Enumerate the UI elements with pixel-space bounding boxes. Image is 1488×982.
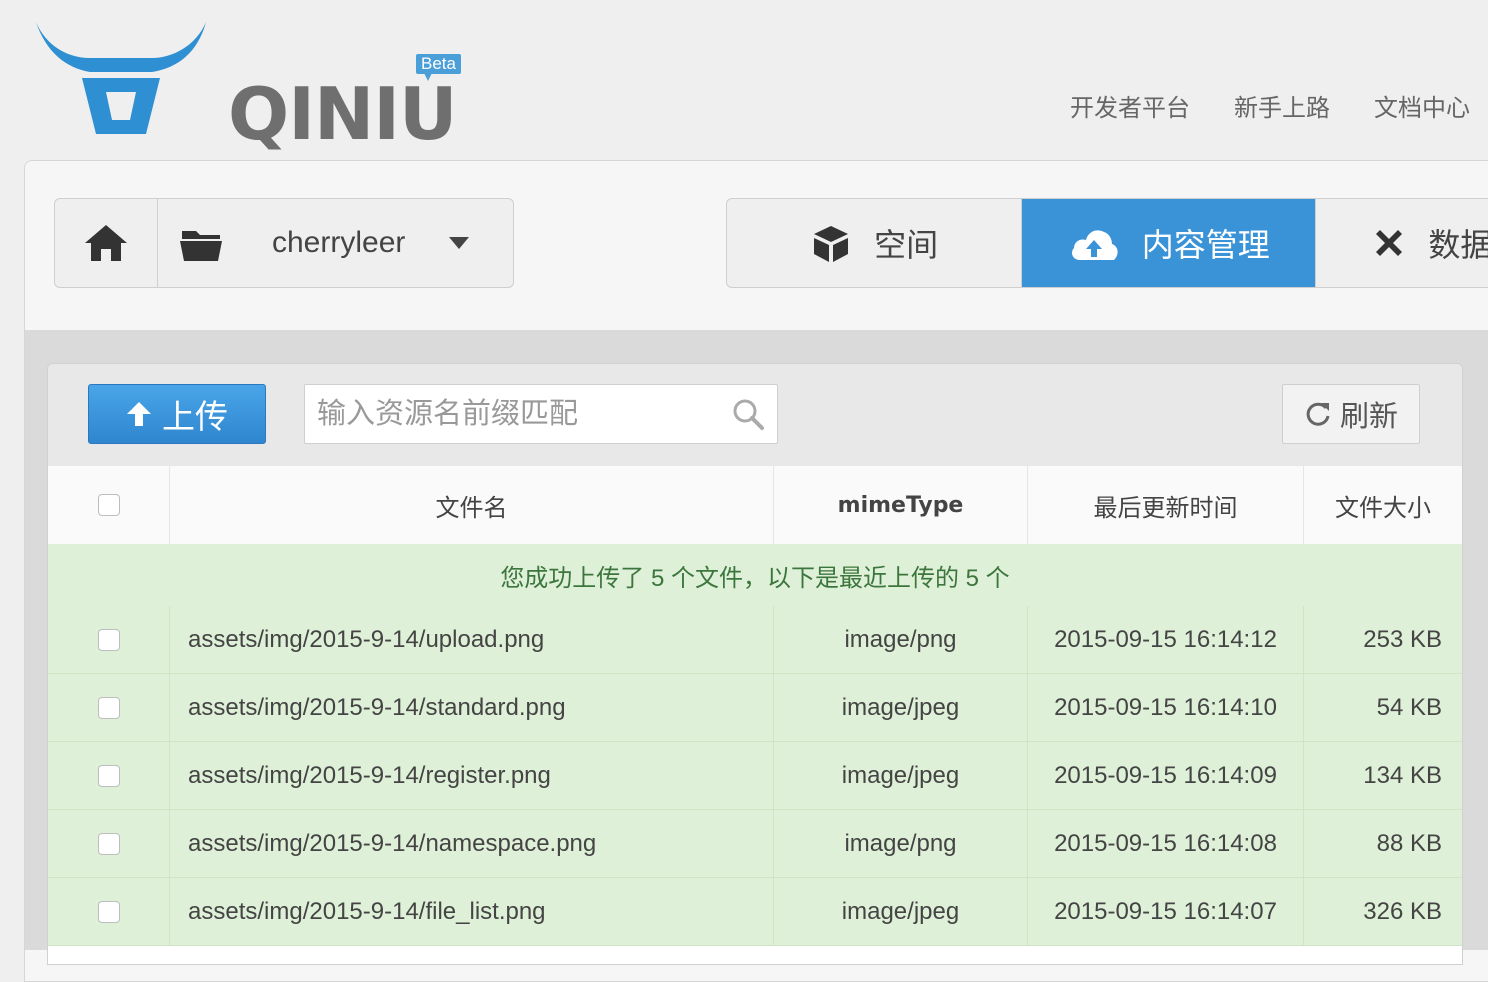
table-row[interactable]: assets/img/2015-9-14/namespace.png image…	[48, 810, 1462, 878]
file-mimetype: image/png	[774, 606, 1028, 673]
nav-docs-center[interactable]: 文档中心	[1374, 88, 1470, 123]
table-row[interactable]: assets/img/2015-9-14/file_list.png image…	[48, 878, 1462, 946]
file-mimetype: image/png	[774, 810, 1028, 877]
table-row[interactable]: assets/img/2015-9-14/register.png image/…	[48, 742, 1462, 810]
file-updated-time: 2015-09-15 16:14:12	[1028, 606, 1304, 673]
main-tabs: 空间 内容管理 数据	[726, 198, 1488, 288]
upload-success-notice: 您成功上传了 5 个文件，以下是最近上传的 5 个	[48, 544, 1462, 607]
refresh-label: 刷新	[1339, 401, 1398, 433]
bucket-dropdown[interactable]: cherryleer	[158, 199, 513, 287]
table-header: 文件名 mimeType 最后更新时间 文件大小	[48, 466, 1462, 545]
home-icon	[85, 225, 127, 261]
file-size: 326 KB	[1363, 897, 1442, 925]
select-all-checkbox[interactable]	[97, 494, 120, 516]
refresh-icon	[1306, 402, 1330, 426]
search-input[interactable]	[305, 385, 719, 443]
cloud-upload-icon	[1071, 230, 1118, 260]
row-select-cell	[48, 606, 170, 673]
qiniu-logo[interactable]: QINIU Beta	[32, 16, 461, 150]
row-select-cell	[48, 674, 170, 741]
beta-badge: Beta	[416, 54, 461, 81]
file-size: 88 KB	[1376, 829, 1442, 857]
search-box	[304, 384, 778, 444]
file-updated-time: 2015-09-15 16:14:10	[1028, 674, 1304, 741]
file-name[interactable]: assets/img/2015-9-14/upload.png	[170, 606, 774, 673]
chevron-down-icon	[449, 237, 470, 249]
table-row[interactable]: assets/img/2015-9-14/standard.png image/…	[48, 674, 1462, 742]
tab-data[interactable]: 数据	[1315, 199, 1488, 287]
column-header-filename[interactable]: 文件名	[170, 466, 774, 544]
ox-logo-icon	[36, 22, 206, 134]
file-name[interactable]: assets/img/2015-9-14/register.png	[170, 742, 774, 809]
file-size: 134 KB	[1363, 761, 1442, 789]
file-mimetype: image/jpeg	[774, 878, 1028, 945]
nav-developer-platform[interactable]: 开发者平台	[1070, 88, 1190, 123]
refresh-button[interactable]: 刷新	[1282, 384, 1420, 444]
tab-content-management-label: 内容管理	[1141, 227, 1270, 263]
table-row[interactable]: assets/img/2015-9-14/upload.png image/pn…	[48, 606, 1462, 674]
tab-data-label: 数据	[1428, 227, 1488, 263]
row-checkbox[interactable]	[97, 696, 120, 719]
file-mimetype: image/jpeg	[774, 742, 1028, 809]
file-updated-time: 2015-09-15 16:14:08	[1028, 810, 1304, 877]
box-icon	[814, 226, 849, 262]
row-checkbox[interactable]	[97, 900, 120, 923]
arrow-up-icon	[127, 402, 151, 426]
file-name[interactable]: assets/img/2015-9-14/file_list.png	[170, 878, 774, 945]
tab-space-label: 空间	[874, 227, 939, 263]
upload-label: 上传	[162, 398, 228, 435]
column-header-mimetype[interactable]: mimeType	[774, 466, 1028, 544]
row-select-cell	[48, 810, 170, 877]
select-all-cell	[48, 466, 170, 544]
brand-name: QINIU	[228, 72, 458, 156]
folder-icon	[180, 231, 222, 261]
home-button[interactable]	[55, 199, 158, 287]
bucket-name: cherryleer	[272, 226, 406, 259]
tab-content-management[interactable]: 内容管理	[1022, 199, 1316, 287]
file-updated-time: 2015-09-15 16:14:09	[1028, 742, 1304, 809]
toolbar: 上传 刷新	[48, 364, 1462, 467]
top-nav: 开发者平台 新手上路 文档中心	[1070, 88, 1470, 123]
column-header-updated[interactable]: 最后更新时间	[1028, 466, 1304, 544]
row-select-cell	[48, 742, 170, 809]
column-header-size[interactable]: 文件大小	[1304, 466, 1462, 544]
row-checkbox[interactable]	[97, 628, 120, 651]
file-size: 54 KB	[1376, 693, 1442, 721]
file-name[interactable]: assets/img/2015-9-14/namespace.png	[170, 810, 774, 877]
row-checkbox[interactable]	[97, 832, 120, 855]
file-name[interactable]: assets/img/2015-9-14/standard.png	[170, 674, 774, 741]
tab-space[interactable]: 空间	[727, 199, 1023, 287]
file-size: 253 KB	[1363, 625, 1442, 653]
file-list: assets/img/2015-9-14/upload.png image/pn…	[48, 606, 1462, 946]
content-card: 上传 刷新 文件名 mimeType 最后更新时间 文件大小 您成功上传了 5 …	[47, 363, 1463, 965]
row-select-cell	[48, 878, 170, 945]
upload-button[interactable]: 上传	[88, 384, 266, 444]
space-selector: cherryleer	[54, 198, 514, 288]
file-updated-time: 2015-09-15 16:14:07	[1028, 878, 1304, 945]
file-mimetype: image/jpeg	[774, 674, 1028, 741]
row-checkbox[interactable]	[97, 764, 120, 787]
tools-icon	[1376, 230, 1403, 256]
search-icon[interactable]	[731, 397, 765, 431]
nav-getting-started[interactable]: 新手上路	[1234, 88, 1330, 123]
